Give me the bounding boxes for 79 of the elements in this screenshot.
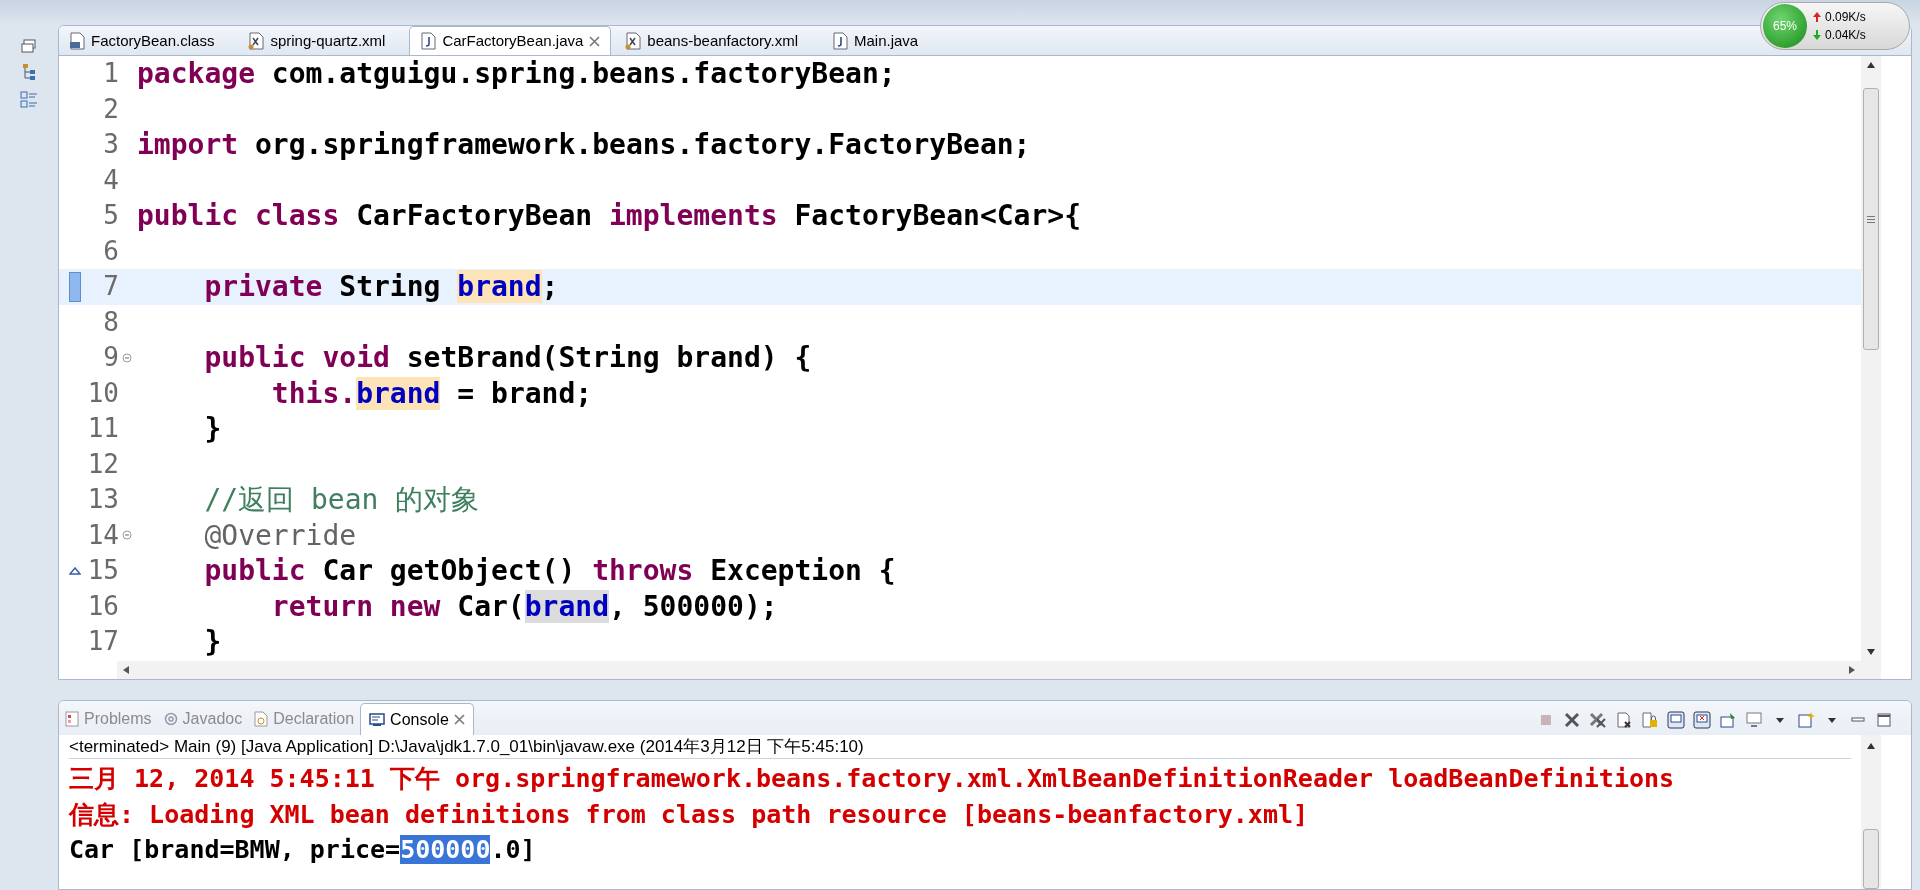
scroll-right-icon[interactable] — [1849, 666, 1855, 674]
line-number: 17 — [86, 625, 119, 659]
line-number: 10 — [86, 376, 119, 410]
line-number: 8 — [102, 305, 119, 339]
clear-console-icon[interactable] — [1615, 711, 1633, 729]
pin-icon[interactable] — [1719, 711, 1737, 729]
code-line: @Override — [203, 517, 357, 553]
scrollbar-thumb[interactable] — [1863, 88, 1879, 350]
scroll-lock-icon[interactable] — [1641, 711, 1659, 729]
line-number: 3 — [102, 128, 119, 162]
line-number: 12 — [86, 447, 119, 481]
scroll-up-icon[interactable] — [1867, 62, 1875, 68]
editor-tab[interactable]: spring-quartz.xml — [238, 27, 396, 55]
download-arrow-icon — [1813, 30, 1821, 40]
process-status-text: <terminated> Main (9) [Java Application] D:\Java\jdk1.7.0_01\bin\javaw.exe (2014年3月12日 下午5:45:10) — [69, 735, 1851, 759]
display-console-icon[interactable] — [1745, 711, 1763, 729]
remove-all-icon[interactable] — [1589, 711, 1607, 729]
console-line: 信息: Loading XML bean definitions from class path resource [beans-beanfactory.xml] — [69, 798, 1310, 831]
code-line: package com.atguigu.spring.beans.factoryBean; — [136, 56, 896, 92]
line-number: 15 — [86, 554, 119, 588]
line-number: 2 — [102, 92, 119, 126]
cpu-gauge: 65% — [1763, 4, 1807, 48]
line-number: 1 — [102, 57, 119, 91]
show-error-icon[interactable] — [1693, 711, 1711, 729]
line-number: 7 — [102, 270, 119, 304]
line-number: 5 — [102, 199, 119, 233]
view-tab[interactable]: Console — [360, 703, 474, 735]
fold-icon[interactable] — [122, 530, 132, 541]
code-line: public class CarFactoryBean implements FactoryBean<Car>{ — [136, 198, 1082, 234]
download-speed: 0.04K/s — [1825, 27, 1866, 44]
xml-file-icon — [248, 32, 265, 50]
line-number: 4 — [102, 163, 119, 197]
problems-icon — [65, 711, 79, 727]
line-number: 6 — [102, 234, 119, 268]
new-console-icon[interactable] — [1797, 711, 1815, 729]
console-line: 三月 12, 2014 5:45:11 下午 org.springframework.beans.factory.xml.XmlBeanDefinitionReader loadBeanDefinitions — [69, 763, 1676, 795]
close-icon[interactable] — [453, 714, 465, 725]
upload-arrow-icon — [1813, 12, 1821, 22]
code-line: public Car getObject() throws Exception { — [203, 553, 896, 589]
line-number: 14 — [86, 518, 119, 552]
outline-icon[interactable] — [20, 91, 38, 109]
editor-tab[interactable]: Main.java — [822, 27, 929, 55]
vertical-scrollbar[interactable] — [1861, 56, 1881, 679]
code-line: import org.springframework.beans.factory.FactoryBean; — [136, 127, 1031, 163]
line-number: 16 — [86, 589, 119, 623]
restore-icon[interactable] — [21, 39, 37, 53]
fold-icon[interactable] — [122, 352, 132, 363]
close-icon[interactable] — [589, 35, 601, 47]
code-line: } — [203, 624, 222, 660]
editor-tab[interactable]: CarFactoryBean.java — [409, 26, 612, 55]
upload-speed: 0.09K/s — [1825, 9, 1866, 26]
code-line: private String brand; — [203, 269, 559, 305]
hierarchy-icon[interactable] — [21, 63, 37, 81]
code-line: //返回 bean 的对象 — [203, 482, 480, 518]
remove-launch-icon[interactable] — [1563, 711, 1581, 729]
editor-tab[interactable]: beans-beanfactory.xml — [615, 27, 808, 55]
code-line: return new Car(brand, 500000); — [270, 588, 778, 624]
code-line: } — [203, 411, 222, 447]
java-file-icon — [832, 32, 848, 50]
editor-tab[interactable]: FactoryBean.class — [59, 27, 225, 55]
class-file-icon — [69, 32, 85, 50]
scroll-left-icon[interactable] — [123, 666, 129, 674]
maximize-icon[interactable] — [1875, 711, 1893, 729]
scroll-up-icon[interactable] — [1867, 743, 1875, 749]
scrollbar-thumb[interactable] — [1863, 829, 1879, 889]
line-number: 11 — [86, 412, 119, 446]
console-line: Car [brand=BMW, price=500000.0] — [69, 834, 537, 866]
horizontal-scrollbar[interactable] — [117, 661, 1861, 679]
java-file-icon — [420, 32, 437, 50]
scroll-down-icon[interactable] — [1867, 649, 1875, 655]
show-output-icon[interactable] — [1667, 711, 1685, 729]
code-line: public void setBrand(String brand) { — [203, 340, 812, 376]
console-scrollbar[interactable] — [1861, 735, 1881, 889]
xml-file-icon — [625, 32, 642, 50]
line-number: 13 — [86, 483, 119, 517]
declaration-icon — [254, 711, 269, 727]
line-number: 9 — [102, 341, 119, 375]
code-line: this.brand = brand; — [270, 375, 593, 411]
console-icon — [369, 712, 386, 727]
